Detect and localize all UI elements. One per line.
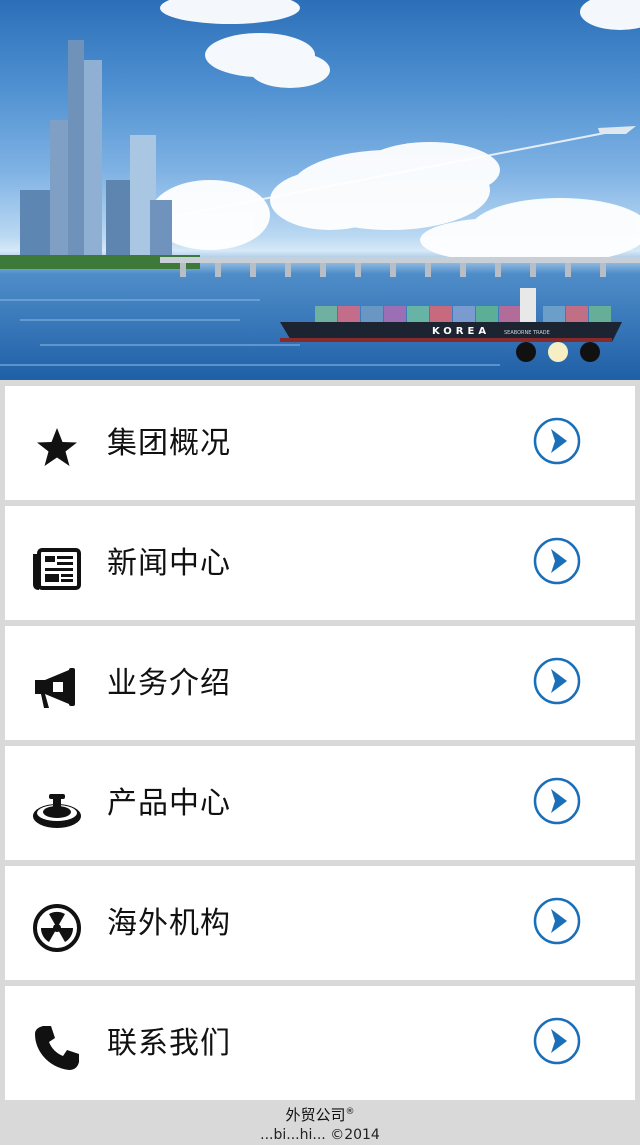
- menu-item-contact-us[interactable]: 联系我们: [5, 986, 635, 1100]
- chevron-right-circle-icon[interactable]: [532, 896, 582, 946]
- ship-subtext: SEABORNE TRADE: [504, 330, 550, 336]
- registered-mark: ®: [345, 1107, 355, 1117]
- chevron-right-circle-icon[interactable]: [532, 656, 582, 706]
- banner-carousel[interactable]: KOREA SEABORNE TRADE: [0, 0, 640, 380]
- footer-copyright: ...bi...hi... ©2014: [260, 1127, 380, 1143]
- menu-item-group-overview[interactable]: 集团概况: [5, 386, 635, 500]
- carousel-indicators: [516, 342, 600, 362]
- footer-company: 外贸公司®: [0, 1102, 640, 1125]
- ship-text: KOREA: [432, 326, 490, 337]
- star-icon: [37, 428, 77, 466]
- banner-image: KOREA SEABORNE TRADE: [0, 0, 640, 366]
- chevron-right-circle-icon[interactable]: [532, 536, 582, 586]
- footer: 外贸公司® ...bi...hi... ©2014: [0, 1102, 640, 1143]
- megaphone-icon: [35, 668, 75, 708]
- chevron-right-circle-icon[interactable]: [532, 1016, 582, 1066]
- footer-company-name: 外贸公司: [285, 1106, 346, 1124]
- menu-item-overseas-branches[interactable]: 海外机构: [5, 866, 635, 980]
- menu-item-news-center[interactable]: 新闻中心: [5, 506, 635, 620]
- chevron-right-circle-icon[interactable]: [532, 416, 582, 466]
- menu-item-label: 集团概况: [107, 426, 231, 461]
- carousel-dot-active[interactable]: [548, 342, 568, 362]
- menu-item-label: 业务介绍: [107, 666, 231, 701]
- menu-item-label: 联系我们: [107, 1026, 231, 1061]
- radiation-icon: [33, 904, 81, 952]
- menu-item-business-intro[interactable]: 业务介绍: [5, 626, 635, 740]
- phone-icon: [35, 1026, 79, 1070]
- chevron-right-circle-icon[interactable]: [532, 776, 582, 826]
- menu-item-label: 新闻中心: [107, 546, 231, 581]
- carousel-dot[interactable]: [516, 342, 536, 362]
- newspaper-icon: [33, 548, 81, 590]
- menu-item-label: 产品中心: [107, 786, 231, 821]
- menu-item-label: 海外机构: [107, 906, 231, 941]
- product-dish-icon: [33, 794, 81, 828]
- menu-item-product-center[interactable]: 产品中心: [5, 746, 635, 860]
- carousel-dot[interactable]: [580, 342, 600, 362]
